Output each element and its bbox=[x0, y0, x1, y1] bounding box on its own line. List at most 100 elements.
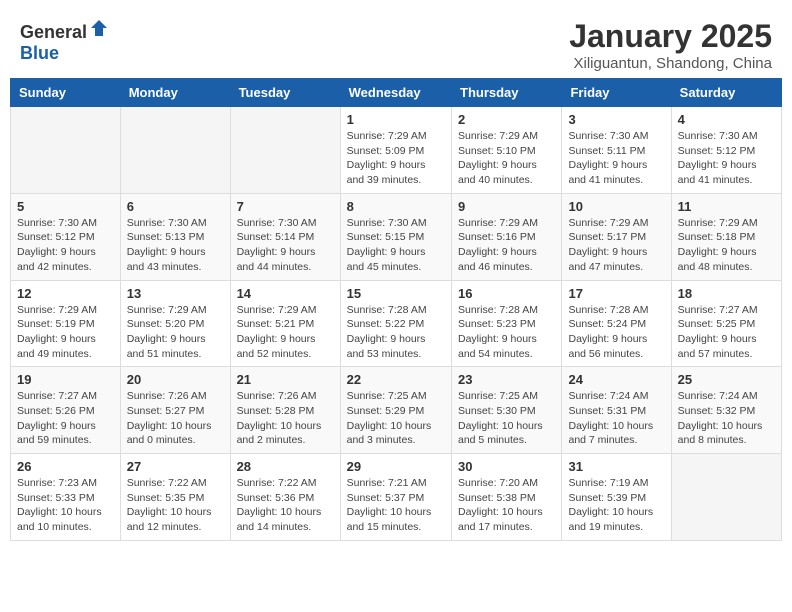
week-row-1: 1 Sunrise: 7:29 AM Sunset: 5:09 PM Daylig… bbox=[11, 107, 782, 194]
day-cell: 8Sunrise: 7:30 AM Sunset: 5:15 PM Daylig… bbox=[340, 193, 451, 280]
day-cell: 15 Sunrise: 7:28 AM Sunset: 5:22 PM Dayli… bbox=[340, 280, 451, 367]
day-info: Sunrise: 7:29 AM Sunset: 5:10 PM Dayligh… bbox=[458, 129, 555, 188]
week-row-2: 5 Sunrise: 7:30 AM Sunset: 5:12 PM Daylig… bbox=[11, 193, 782, 280]
day-cell: 10 Sunrise: 7:29 AM Sunset: 5:17 PM Dayli… bbox=[562, 193, 671, 280]
day-info: Sunrise: 7:26 AM Sunset: 5:28 PM Dayligh… bbox=[237, 389, 334, 448]
day-cell: 23 Sunrise: 7:25 AM Sunset: 5:30 PM Dayli… bbox=[452, 367, 562, 454]
day-info: Sunrise: 7:29 AM Sunset: 5:20 PM Dayligh… bbox=[127, 303, 224, 362]
day-info: Sunrise: 7:27 AM Sunset: 5:26 PM Dayligh… bbox=[17, 389, 114, 448]
day-cell: 3 Sunrise: 7:30 AM Sunset: 5:11 PM Daylig… bbox=[562, 107, 671, 194]
day-info: Sunrise: 7:28 AM Sunset: 5:22 PM Dayligh… bbox=[347, 303, 445, 362]
calendar-title: January 2025 bbox=[569, 18, 772, 55]
day-number: 1 bbox=[347, 112, 445, 127]
day-number: 18 bbox=[678, 286, 775, 301]
day-number: 4 bbox=[678, 112, 775, 127]
day-cell: 17 Sunrise: 7:28 AM Sunset: 5:24 PM Dayli… bbox=[562, 280, 671, 367]
day-cell: 2 Sunrise: 7:29 AM Sunset: 5:10 PM Daylig… bbox=[452, 107, 562, 194]
day-number: 23 bbox=[458, 372, 555, 387]
day-info: Sunrise: 7:19 AM Sunset: 5:39 PM Dayligh… bbox=[568, 476, 664, 535]
calendar-table: SundayMondayTuesdayWednesdayThursdayFrid… bbox=[10, 78, 782, 541]
day-info: Sunrise: 7:24 AM Sunset: 5:31 PM Dayligh… bbox=[568, 389, 664, 448]
day-info: Sunrise: 7:27 AM Sunset: 5:25 PM Dayligh… bbox=[678, 303, 775, 362]
day-info: Sunrise: 7:29 AM Sunset: 5:19 PM Dayligh… bbox=[17, 303, 114, 362]
logo-icon bbox=[89, 18, 109, 38]
header: General Blue January 2025 Xiliguantun, S… bbox=[10, 10, 782, 78]
day-number: 28 bbox=[237, 459, 334, 474]
day-number: 31 bbox=[568, 459, 664, 474]
day-number: 17 bbox=[568, 286, 664, 301]
weekday-wednesday: Wednesday bbox=[340, 79, 451, 107]
day-number: 20 bbox=[127, 372, 224, 387]
day-info: Sunrise: 7:22 AM Sunset: 5:36 PM Dayligh… bbox=[237, 476, 334, 535]
day-info: Sunrise: 7:30 AM Sunset: 5:14 PM Dayligh… bbox=[237, 216, 334, 275]
day-number: 29 bbox=[347, 459, 445, 474]
day-cell: 22Sunrise: 7:25 AM Sunset: 5:29 PM Dayli… bbox=[340, 367, 451, 454]
weekday-friday: Friday bbox=[562, 79, 671, 107]
day-cell: 11 Sunrise: 7:29 AM Sunset: 5:18 PM Dayli… bbox=[671, 193, 781, 280]
day-info: Sunrise: 7:30 AM Sunset: 5:12 PM Dayligh… bbox=[678, 129, 775, 188]
day-info: Sunrise: 7:30 AM Sunset: 5:11 PM Dayligh… bbox=[568, 129, 664, 188]
day-number: 8 bbox=[347, 199, 445, 214]
weekday-sunday: Sunday bbox=[11, 79, 121, 107]
logo-blue: Blue bbox=[20, 43, 59, 63]
day-info: Sunrise: 7:29 AM Sunset: 5:21 PM Dayligh… bbox=[237, 303, 334, 362]
day-cell: 5 Sunrise: 7:30 AM Sunset: 5:12 PM Daylig… bbox=[11, 193, 121, 280]
day-cell: 13 Sunrise: 7:29 AM Sunset: 5:20 PM Dayli… bbox=[120, 280, 230, 367]
day-number: 11 bbox=[678, 199, 775, 214]
day-number: 3 bbox=[568, 112, 664, 127]
day-cell: 7 Sunrise: 7:30 AM Sunset: 5:14 PM Daylig… bbox=[230, 193, 340, 280]
day-info: Sunrise: 7:28 AM Sunset: 5:24 PM Dayligh… bbox=[568, 303, 664, 362]
day-number: 9 bbox=[458, 199, 555, 214]
day-cell: 25Sunrise: 7:24 AM Sunset: 5:32 PM Dayli… bbox=[671, 367, 781, 454]
day-info: Sunrise: 7:30 AM Sunset: 5:12 PM Dayligh… bbox=[17, 216, 114, 275]
day-cell: 21Sunrise: 7:26 AM Sunset: 5:28 PM Dayli… bbox=[230, 367, 340, 454]
day-cell: 18 Sunrise: 7:27 AM Sunset: 5:25 PM Dayli… bbox=[671, 280, 781, 367]
day-cell: 4 Sunrise: 7:30 AM Sunset: 5:12 PM Daylig… bbox=[671, 107, 781, 194]
day-cell: 16Sunrise: 7:28 AM Sunset: 5:23 PM Dayli… bbox=[452, 280, 562, 367]
day-cell: 14 Sunrise: 7:29 AM Sunset: 5:21 PM Dayli… bbox=[230, 280, 340, 367]
day-number: 14 bbox=[237, 286, 334, 301]
day-info: Sunrise: 7:26 AM Sunset: 5:27 PM Dayligh… bbox=[127, 389, 224, 448]
day-info: Sunrise: 7:29 AM Sunset: 5:17 PM Dayligh… bbox=[568, 216, 664, 275]
day-cell bbox=[230, 107, 340, 194]
day-cell: 29 Sunrise: 7:21 AM Sunset: 5:37 PM Dayli… bbox=[340, 454, 451, 541]
day-number: 26 bbox=[17, 459, 114, 474]
weekday-thursday: Thursday bbox=[452, 79, 562, 107]
week-row-5: 26 Sunrise: 7:23 AM Sunset: 5:33 PM Dayli… bbox=[11, 454, 782, 541]
day-number: 7 bbox=[237, 199, 334, 214]
day-cell: 12 Sunrise: 7:29 AM Sunset: 5:19 PM Dayli… bbox=[11, 280, 121, 367]
weekday-saturday: Saturday bbox=[671, 79, 781, 107]
day-cell: 24 Sunrise: 7:24 AM Sunset: 5:31 PM Dayli… bbox=[562, 367, 671, 454]
day-info: Sunrise: 7:23 AM Sunset: 5:33 PM Dayligh… bbox=[17, 476, 114, 535]
day-number: 10 bbox=[568, 199, 664, 214]
day-info: Sunrise: 7:22 AM Sunset: 5:35 PM Dayligh… bbox=[127, 476, 224, 535]
day-number: 30 bbox=[458, 459, 555, 474]
day-number: 2 bbox=[458, 112, 555, 127]
day-cell bbox=[120, 107, 230, 194]
title-block: January 2025 Xiliguantun, Shandong, Chin… bbox=[569, 18, 772, 72]
day-info: Sunrise: 7:25 AM Sunset: 5:30 PM Dayligh… bbox=[458, 389, 555, 448]
day-number: 5 bbox=[17, 199, 114, 214]
day-number: 22 bbox=[347, 372, 445, 387]
day-info: Sunrise: 7:24 AM Sunset: 5:32 PM Dayligh… bbox=[678, 389, 775, 448]
weekday-tuesday: Tuesday bbox=[230, 79, 340, 107]
logo-general: General bbox=[20, 22, 87, 42]
day-cell: 19Sunrise: 7:27 AM Sunset: 5:26 PM Dayli… bbox=[11, 367, 121, 454]
day-cell: 1 Sunrise: 7:29 AM Sunset: 5:09 PM Daylig… bbox=[340, 107, 451, 194]
day-info: Sunrise: 7:30 AM Sunset: 5:13 PM Dayligh… bbox=[127, 216, 224, 275]
logo-text: General Blue bbox=[20, 18, 109, 64]
day-number: 13 bbox=[127, 286, 224, 301]
day-cell: 9 Sunrise: 7:29 AM Sunset: 5:16 PM Daylig… bbox=[452, 193, 562, 280]
day-info: Sunrise: 7:29 AM Sunset: 5:09 PM Dayligh… bbox=[347, 129, 445, 188]
day-info: Sunrise: 7:29 AM Sunset: 5:18 PM Dayligh… bbox=[678, 216, 775, 275]
day-info: Sunrise: 7:20 AM Sunset: 5:38 PM Dayligh… bbox=[458, 476, 555, 535]
day-number: 16 bbox=[458, 286, 555, 301]
day-cell: 26 Sunrise: 7:23 AM Sunset: 5:33 PM Dayli… bbox=[11, 454, 121, 541]
day-number: 24 bbox=[568, 372, 664, 387]
day-cell: 28 Sunrise: 7:22 AM Sunset: 5:36 PM Dayli… bbox=[230, 454, 340, 541]
day-number: 12 bbox=[17, 286, 114, 301]
day-number: 15 bbox=[347, 286, 445, 301]
day-info: Sunrise: 7:29 AM Sunset: 5:16 PM Dayligh… bbox=[458, 216, 555, 275]
logo: General Blue bbox=[20, 18, 109, 64]
day-info: Sunrise: 7:21 AM Sunset: 5:37 PM Dayligh… bbox=[347, 476, 445, 535]
